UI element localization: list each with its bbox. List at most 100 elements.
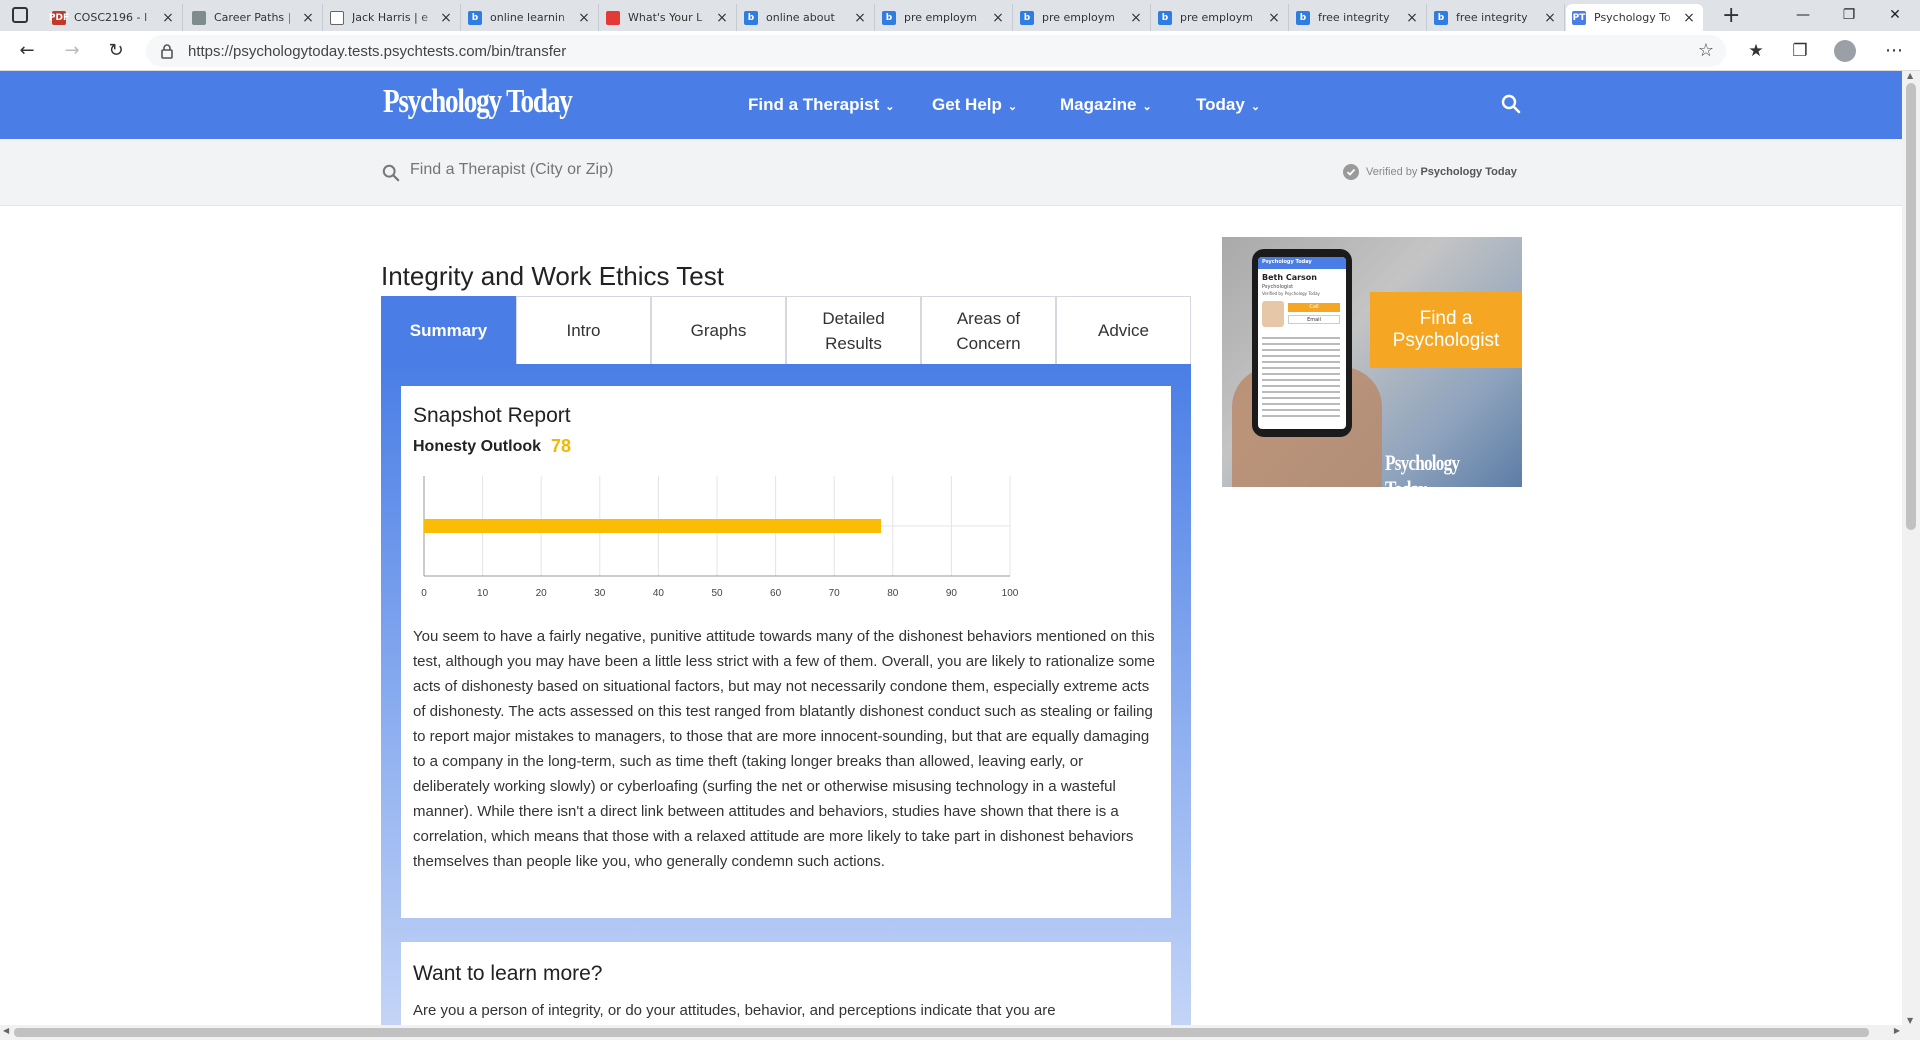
- nav-magazine[interactable]: Magazine ⌄: [1060, 95, 1152, 115]
- tab-close-icon[interactable]: ×: [300, 10, 316, 26]
- address-bar: ← → ↻ https://psychologytoday.tests.psyc…: [0, 31, 1920, 71]
- browser-tab[interactable]: PT Psychology To ×: [1566, 4, 1703, 31]
- therapist-search-input[interactable]: [410, 161, 910, 179]
- tab-favicon-icon: b: [1296, 10, 1310, 25]
- tab-graphs[interactable]: Graphs: [651, 296, 786, 364]
- tab-close-icon[interactable]: ×: [1542, 10, 1558, 26]
- horizontal-scrollbar[interactable]: ◀ ▶: [0, 1025, 1920, 1040]
- verified-brand: Psychology Today: [1420, 166, 1517, 178]
- tab-intro[interactable]: Intro: [516, 296, 651, 364]
- scroll-down-arrow-icon[interactable]: ▼: [1907, 1016, 1913, 1025]
- browser-tab[interactable]: b online learnin ×: [462, 4, 599, 31]
- find-psychologist-ad[interactable]: Psychology Today Beth Carson Psychologis…: [1222, 237, 1522, 487]
- close-window-button[interactable]: ✕: [1872, 2, 1918, 28]
- search-icon: [382, 164, 400, 182]
- browser-tab[interactable]: b online about ×: [738, 4, 875, 31]
- tab-summary[interactable]: Summary: [381, 296, 516, 364]
- x-tick-label: 30: [594, 588, 606, 599]
- nav-get-help[interactable]: Get Help ⌄: [932, 95, 1017, 115]
- tab-actions-icon[interactable]: [12, 7, 28, 23]
- lock-icon: [161, 44, 173, 59]
- browser-tab[interactable]: b free integrity ×: [1428, 4, 1565, 31]
- horizontal-scroll-thumb[interactable]: [14, 1028, 1869, 1037]
- tab-title: COSC2196 - I: [74, 11, 148, 24]
- tab-advice[interactable]: Advice: [1056, 296, 1191, 364]
- tab-close-icon[interactable]: ×: [990, 10, 1006, 26]
- tab-title: Career Paths |: [214, 11, 292, 24]
- tab-close-icon[interactable]: ×: [852, 10, 868, 26]
- tab-close-icon[interactable]: ×: [1266, 10, 1282, 26]
- phone-avatar: [1262, 301, 1284, 327]
- vertical-scroll-thumb[interactable]: [1906, 83, 1916, 530]
- more-menu-icon[interactable]: ⋯: [1880, 37, 1908, 65]
- tab-title: pre employm: [1042, 11, 1116, 24]
- tab-close-icon[interactable]: ×: [1128, 10, 1144, 26]
- tab-favicon-icon: [606, 10, 620, 25]
- tab-close-icon[interactable]: ×: [714, 10, 730, 26]
- back-icon[interactable]: ←: [13, 37, 41, 65]
- report-heading: Snapshot Report: [413, 404, 571, 427]
- new-tab-button[interactable]: +: [1722, 3, 1740, 28]
- browser-tab[interactable]: Career Paths | ×: [186, 4, 323, 31]
- browser-tab[interactable]: PDF COSC2196 - I ×: [46, 4, 183, 31]
- collections-icon[interactable]: ❐: [1786, 37, 1814, 65]
- tab-detailed-results[interactable]: Detailed Results: [786, 296, 921, 364]
- nav-today[interactable]: Today ⌄: [1196, 95, 1260, 115]
- browser-tab[interactable]: b free integrity ×: [1290, 4, 1427, 31]
- browser-tab-bar: PDF COSC2196 - I × Career Paths | × Jack Harr…: [0, 0, 1920, 31]
- snapshot-report-card: Snapshot Report Honesty Outlook 78 0 10 20…: [401, 386, 1171, 918]
- url-text[interactable]: https://psychologytoday.tests.psychtests…: [188, 43, 566, 60]
- page-title: Integrity and Work Ethics Test: [381, 261, 724, 291]
- search-icon[interactable]: [1501, 94, 1521, 114]
- x-tick-label: 20: [536, 588, 548, 599]
- verified-badge: Verified by Psychology Today: [1366, 166, 1517, 178]
- site-logo[interactable]: Psychology Today: [383, 83, 573, 121]
- tab-favicon-icon: [192, 10, 206, 25]
- tab-close-icon[interactable]: ×: [160, 10, 176, 26]
- phone-logo: Psychology Today: [1262, 259, 1312, 265]
- x-tick-label: 100: [1002, 588, 1019, 599]
- minimize-button[interactable]: —: [1780, 2, 1826, 28]
- tab-areas-of-concern[interactable]: Areas of Concern: [921, 296, 1056, 364]
- phone-screen: Psychology Today Beth Carson Psychologis…: [1258, 257, 1346, 429]
- tab-close-icon[interactable]: ×: [1404, 10, 1420, 26]
- scroll-right-arrow-icon[interactable]: ▶: [1894, 1026, 1900, 1035]
- verified-prefix: Verified by: [1366, 166, 1418, 178]
- tab-label: Areas of Concern: [956, 308, 1021, 353]
- chevron-down-icon: ⌄: [885, 101, 895, 113]
- tab-close-icon[interactable]: ×: [1681, 10, 1697, 26]
- browser-tab[interactable]: b pre employm ×: [1014, 4, 1151, 31]
- x-tick-label: 10: [477, 588, 489, 599]
- browser-tab[interactable]: b pre employm ×: [1152, 4, 1289, 31]
- vertical-scrollbar[interactable]: ▲ ▼: [1902, 71, 1920, 1025]
- tab-favicon-icon: PT: [1572, 10, 1586, 25]
- phone-role: Psychologist: [1262, 284, 1294, 290]
- chart-bar: [424, 519, 882, 533]
- tab-title: What's Your L: [628, 11, 703, 24]
- tab-favicon-icon: b: [882, 10, 896, 25]
- refresh-icon[interactable]: ↻: [102, 37, 130, 65]
- results-panel: Snapshot Report Honesty Outlook 78 0 10 20…: [381, 364, 1191, 1062]
- forward-icon[interactable]: →: [58, 37, 86, 65]
- phone-verified: Verified by Psychology Today: [1262, 291, 1320, 296]
- tab-title: Jack Harris | e: [352, 11, 429, 24]
- favorite-star-icon[interactable]: ☆: [1698, 40, 1714, 61]
- profile-avatar[interactable]: [1834, 40, 1856, 62]
- tab-close-icon[interactable]: ×: [576, 10, 592, 26]
- nav-find-a-therapist[interactable]: Find a Therapist ⌄: [748, 95, 895, 115]
- browser-tab[interactable]: What's Your L ×: [600, 4, 737, 31]
- tab-title: online learnin: [490, 11, 565, 24]
- favorites-icon[interactable]: ★: [1742, 37, 1770, 65]
- ad-cta[interactable]: Find a Psychologist: [1370, 292, 1522, 368]
- scroll-up-arrow-icon[interactable]: ▲: [1907, 71, 1913, 80]
- tab-favicon-icon: b: [1158, 10, 1172, 25]
- scroll-left-arrow-icon[interactable]: ◀: [3, 1026, 9, 1035]
- restore-button[interactable]: ❐: [1826, 2, 1872, 28]
- url-box[interactable]: https://psychologytoday.tests.psychtests…: [146, 35, 1726, 67]
- x-tick-label: 90: [946, 588, 958, 599]
- tab-close-icon[interactable]: ×: [438, 10, 454, 26]
- tab-label: Graphs: [690, 321, 747, 340]
- browser-tab[interactable]: b pre employm ×: [876, 4, 1013, 31]
- nav-label: Find a Therapist: [748, 95, 880, 114]
- browser-tab[interactable]: Jack Harris | e ×: [324, 4, 461, 31]
